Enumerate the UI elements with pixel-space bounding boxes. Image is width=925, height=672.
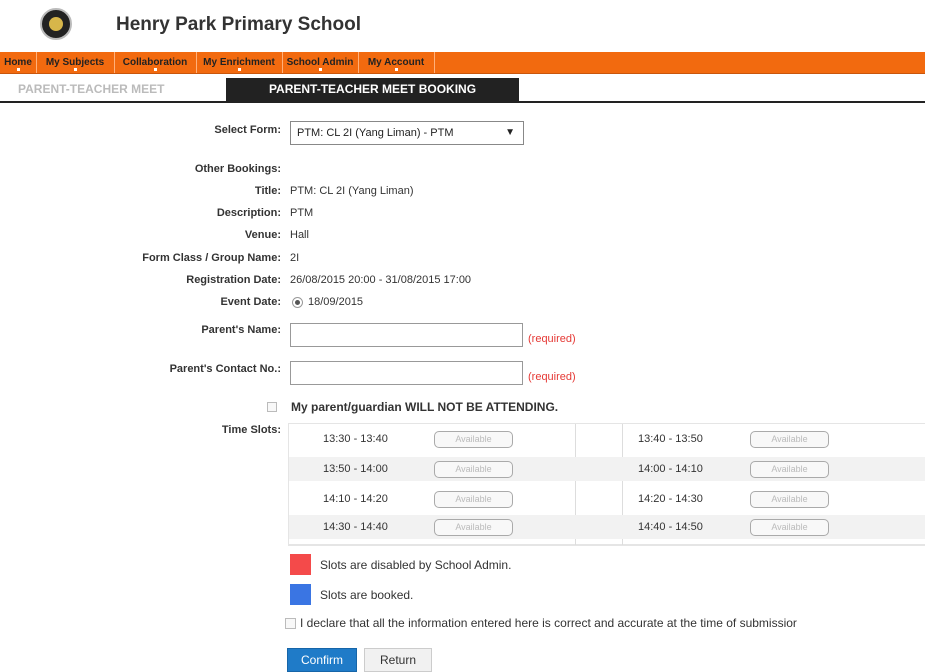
slot-available-button[interactable]: Available <box>750 461 829 478</box>
registration-date-label: Registration Date: <box>186 274 281 286</box>
venue-label: Venue: <box>244 229 281 241</box>
declaration-checkbox[interactable] <box>285 618 296 629</box>
slot-available-button[interactable]: Available <box>434 461 513 478</box>
chevron-down-icon: ▼ <box>505 127 515 138</box>
event-date-label: Event Date: <box>220 296 281 308</box>
title-value: PTM: CL 2I (Yang Liman) <box>290 185 414 197</box>
slot-available-button[interactable]: Available <box>750 491 829 508</box>
slot-row: 13:50 - 14:00 Available 14:00 - 14:10 Av… <box>289 457 925 481</box>
slot-time: 14:10 - 14:20 <box>323 493 388 505</box>
slot-available-button[interactable]: Available <box>434 519 513 536</box>
nav-school-admin[interactable]: School Admin <box>282 52 359 73</box>
slot-available-button[interactable]: Available <box>750 431 829 448</box>
form-class-label: Form Class / Group Name: <box>142 252 281 264</box>
slot-available-button[interactable]: Available <box>750 519 829 536</box>
parent-name-input[interactable] <box>290 323 523 347</box>
parent-contact-required: (required) <box>528 371 576 383</box>
slot-row: 14:30 - 14:40 Available 14:40 - 14:50 Av… <box>289 515 925 539</box>
slot-time: 13:50 - 14:00 <box>323 463 388 475</box>
not-attending-label: My parent/guardian WILL NOT BE ATTENDING… <box>291 400 559 414</box>
slot-time: 13:40 - 13:50 <box>638 433 703 445</box>
nav-my-subjects[interactable]: My Subjects <box>36 52 115 73</box>
time-slots-table: 13:30 - 13:40 Available 13:40 - 13:50 Av… <box>288 423 925 546</box>
header: Henry Park Primary School <box>0 0 925 50</box>
school-logo <box>40 8 72 40</box>
slot-time: 14:00 - 14:10 <box>638 463 703 475</box>
confirm-button[interactable]: Confirm <box>287 648 357 672</box>
nav-collaboration[interactable]: Collaboration <box>114 52 197 73</box>
school-name: Henry Park Primary School <box>116 14 361 35</box>
form-class-value: 2I <box>290 252 300 264</box>
select-form-dropdown[interactable]: PTM: CL 2I (Yang Liman) - PTM ▼ <box>290 121 524 145</box>
slot-time: 14:20 - 14:30 <box>638 493 703 505</box>
slot-time: 13:30 - 13:40 <box>323 433 388 445</box>
venue-value: Hall <box>290 229 309 241</box>
description-value: PTM <box>290 207 314 219</box>
return-button[interactable]: Return <box>364 648 432 672</box>
event-date-value: 18/09/2015 <box>308 296 364 308</box>
event-date-radio[interactable] <box>292 297 303 308</box>
nav-my-account[interactable]: My Account <box>358 52 435 73</box>
not-attending-checkbox[interactable] <box>267 402 277 412</box>
title-label: Title: <box>254 185 281 197</box>
declaration-text: I declare that all the information enter… <box>300 616 797 630</box>
registration-date-value: 26/08/2015 20:00 - 31/08/2015 17:00 <box>290 274 472 286</box>
main-nav: Home My Subjects Collaboration My Enrich… <box>0 52 925 74</box>
slot-available-button[interactable]: Available <box>434 491 513 508</box>
legend-booked-text: Slots are booked. <box>320 588 414 602</box>
nav-home[interactable]: Home <box>0 52 37 73</box>
time-slots-label: Time Slots: <box>221 424 281 436</box>
slot-time: 14:30 - 14:40 <box>323 521 388 533</box>
slot-available-button[interactable]: Available <box>434 431 513 448</box>
tab-parent-teacher-meet[interactable]: PARENT-TEACHER MEET <box>0 78 226 101</box>
parent-contact-label: Parent's Contact No.: <box>169 363 281 375</box>
parent-contact-input[interactable] <box>290 361 523 385</box>
description-label: Description: <box>216 207 281 219</box>
other-bookings-label: Other Bookings: <box>194 163 281 175</box>
tab-parent-teacher-meet-booking[interactable]: PARENT-TEACHER MEET BOOKING <box>226 78 519 101</box>
slot-row: 14:10 - 14:20 Available 14:20 - 14:30 Av… <box>289 487 925 511</box>
slot-time: 14:40 - 14:50 <box>638 521 703 533</box>
legend-booked-swatch <box>290 584 311 605</box>
legend-disabled-text: Slots are disabled by School Admin. <box>320 558 512 572</box>
nav-my-enrichment[interactable]: My Enrichment <box>196 52 283 73</box>
parent-name-required: (required) <box>528 333 576 345</box>
tab-bar: PARENT-TEACHER MEET PARENT-TEACHER MEET … <box>0 78 925 103</box>
select-form-value: PTM: CL 2I (Yang Liman) - PTM <box>297 127 454 139</box>
select-form-label: Select Form: <box>214 124 281 136</box>
parent-name-label: Parent's Name: <box>201 324 281 336</box>
legend-disabled-swatch <box>290 554 311 575</box>
slot-row: 13:30 - 13:40 Available 13:40 - 13:50 Av… <box>289 427 925 451</box>
